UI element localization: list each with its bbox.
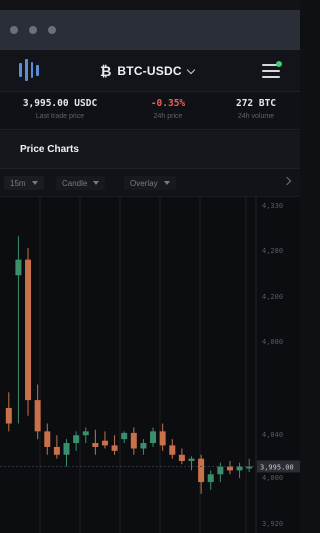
candle-body <box>73 435 80 444</box>
candlestick-chart[interactable]: 4,330 4,280 4,200 4,080 4,040 4,000 3,920 3,995… <box>0 197 300 533</box>
chevron-right-icon[interactable] <box>282 176 292 186</box>
stat-label: Last trade price <box>35 113 85 120</box>
chart-toolbar: 15m Candle Overlay <box>0 169 300 197</box>
stat-last-trade-price: 3,995.00 USDC Last trade price <box>6 98 114 120</box>
stat-label: 24h volume <box>237 113 275 120</box>
y-tick-label: 4,040 <box>262 431 283 439</box>
candle-body <box>92 443 99 447</box>
candle-body <box>188 458 195 461</box>
candle-body <box>236 466 243 471</box>
candle-body <box>121 432 128 440</box>
stat-value: -0.35% <box>150 98 186 109</box>
candle-body <box>226 466 233 471</box>
candle-body <box>53 446 60 455</box>
y-tick-label: 4,080 <box>262 338 283 346</box>
last-price-label: 3,995.00 <box>260 463 294 471</box>
candle-body <box>101 440 108 446</box>
window-titlebar <box>0 0 300 50</box>
window-maximize-dot[interactable] <box>48 26 56 34</box>
overlay-dropdown[interactable]: Overlay <box>124 176 176 190</box>
market-name: BTC-USDC <box>117 64 182 78</box>
chevron-down-icon <box>186 65 195 74</box>
caret-down-icon <box>163 181 170 185</box>
stat-value: 272 BTC <box>235 98 277 109</box>
chart-type-label: Candle <box>62 178 88 188</box>
window-controls <box>10 26 56 34</box>
market-selector[interactable]: ₿ BTC-USDC <box>100 63 195 80</box>
bitcoin-icon: ₿ <box>100 63 112 80</box>
candle-body <box>140 443 147 449</box>
y-tick-label: 4,000 <box>262 474 283 482</box>
overlay-label: Overlay <box>130 178 158 188</box>
candle-body <box>15 259 22 276</box>
stat-label: 24h price <box>153 113 183 120</box>
app-header: ₿ BTC-USDC <box>0 50 300 92</box>
candle-body <box>217 466 224 475</box>
y-tick-label: 4,200 <box>262 293 283 301</box>
candle-body <box>198 458 205 483</box>
candle-body <box>159 431 166 446</box>
candle-body <box>130 432 137 449</box>
notification-dot <box>276 61 282 67</box>
candle-body <box>5 407 12 424</box>
candle-body <box>111 445 118 451</box>
stat-value: 3,995.00 USDC <box>22 98 98 109</box>
candle-body <box>63 443 70 455</box>
y-tick-label: 4,280 <box>262 247 283 255</box>
candle-body <box>207 474 214 483</box>
price-chart[interactable]: 4,330 4,280 4,200 4,080 4,040 4,000 3,920 3,995… <box>0 197 300 533</box>
y-tick-label: 3,920 <box>262 520 283 528</box>
candle-body <box>25 259 32 401</box>
candle-body <box>169 445 176 455</box>
exchange-logo-icon[interactable] <box>19 58 39 82</box>
stat-24h-price: -0.35% 24h price <box>138 98 198 120</box>
candle-body <box>82 431 89 436</box>
market-stats-bar: 3,995.00 USDC Last trade price -0.35% 24… <box>0 92 300 130</box>
candle-body <box>44 431 51 447</box>
section-title: Price Charts <box>20 144 79 155</box>
price-charts-section-header: Price Charts <box>0 131 300 169</box>
caret-down-icon <box>31 181 38 185</box>
caret-down-icon <box>93 181 100 185</box>
candle-body <box>178 454 185 461</box>
interval-label: 15m <box>10 178 26 188</box>
y-tick-label: 4,330 <box>262 202 283 210</box>
window-close-dot[interactable] <box>10 26 18 34</box>
candle-body <box>150 431 157 444</box>
stat-24h-volume: 272 BTC 24h volume <box>226 98 286 120</box>
interval-dropdown[interactable]: 15m <box>4 176 44 190</box>
window-minimize-dot[interactable] <box>29 26 37 34</box>
candle-body <box>34 400 41 432</box>
chart-type-dropdown[interactable]: Candle <box>56 176 106 190</box>
